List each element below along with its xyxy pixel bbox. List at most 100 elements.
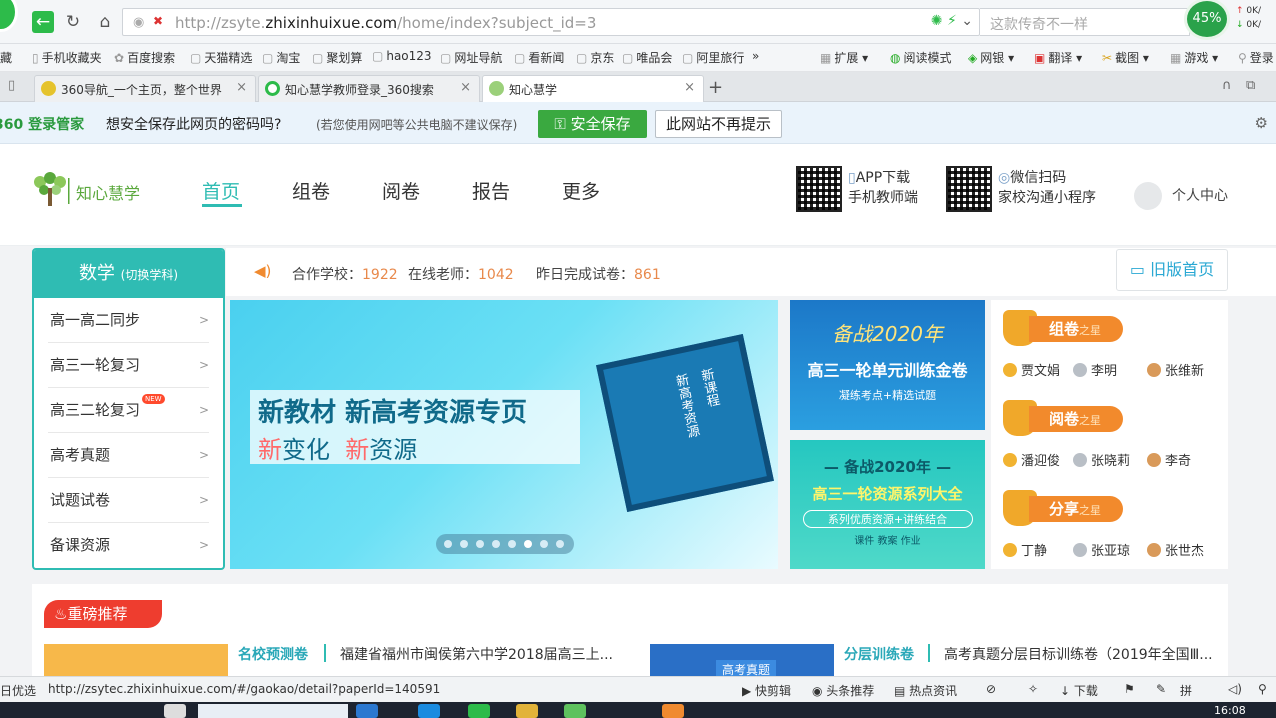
nav-report[interactable]: 报告 (472, 177, 510, 204)
carousel-dot[interactable] (556, 540, 564, 548)
ext-item[interactable]: ▣ 翻译 ▾ (1034, 49, 1082, 66)
subject-item-review1[interactable]: 高三一轮复习 > (48, 343, 209, 388)
pen-icon[interactable]: ✎ (1156, 682, 1166, 696)
carousel-dot[interactable] (508, 540, 516, 548)
tab-zhixin[interactable]: 知心慧学 × (482, 75, 704, 103)
subject-item-review2[interactable]: 高三二轮复习 NEW > (48, 388, 209, 433)
save-password-button[interactable]: ⚿ 安全保存 (538, 110, 647, 138)
bookmark-item[interactable]: ▢ 聚划算 (312, 49, 362, 66)
bookmark-item[interactable]: ▢ 天猫精选 (190, 49, 252, 66)
new-tab-icon[interactable]: + (708, 77, 723, 98)
recommend-category[interactable]: 名校预测卷 (238, 644, 308, 664)
bookmark-item[interactable]: ▢ 唯品会 (622, 49, 672, 66)
headphone-icon[interactable]: ∩ (1222, 78, 1232, 93)
nav-compose[interactable]: 组卷 (292, 177, 330, 204)
ext-item[interactable]: ◈ 网银 ▾ (968, 49, 1014, 66)
status-quick-edit[interactable]: ▶ 快剪辑 (742, 682, 791, 699)
user-center[interactable]: 个人中心 (1134, 182, 1228, 210)
search-input[interactable]: 这款传奇不一样 (980, 8, 1190, 36)
bookmark-item[interactable]: ▢ 看新闻 (514, 49, 564, 66)
reload-icon[interactable]: ↻ (62, 11, 84, 33)
nav-more[interactable]: 更多 (562, 177, 600, 204)
nav-grade[interactable]: 阅卷 (382, 177, 420, 204)
wechat-scan[interactable]: ◎微信扫码 家校沟通小程序 (998, 168, 1096, 208)
promo-card-resources[interactable]: — 备战2020年 — 高三一轮资源系列大全 系列优质资源+讲练结合 课件 教案… (790, 440, 985, 569)
bookmark-item[interactable]: ▯ 手机收藏夹 (32, 49, 102, 66)
ime-indicator[interactable]: 拼 (1180, 682, 1192, 699)
app-download[interactable]: ▯APP下载 手机教师端 (848, 168, 918, 208)
status-download[interactable]: ↓ 下载 (1060, 682, 1098, 699)
back-icon[interactable]: ← (32, 11, 54, 33)
subject-item-sync[interactable]: 高一高二同步 > (48, 298, 209, 343)
subject-item-papers[interactable]: 试题试卷 > (48, 478, 209, 523)
taskbar-app-icon[interactable] (564, 704, 586, 718)
carousel-dot[interactable] (540, 540, 548, 548)
tab-close-icon[interactable]: × (236, 80, 247, 95)
status-left-label[interactable]: 日优选 (0, 682, 36, 699)
insecure-icon[interactable]: ✖ (153, 14, 163, 28)
star-name[interactable]: 丁静 (1003, 540, 1047, 559)
speed-ball[interactable]: 45% (1184, 0, 1230, 40)
gear-icon[interactable]: ⚙ (1255, 114, 1268, 132)
taskbar-app-icon[interactable] (164, 704, 186, 718)
ext-item[interactable]: ◍ 阅读模式 (890, 49, 952, 66)
bookmark-item[interactable]: ▢ hao123 (372, 49, 432, 63)
taskbar-app-icon[interactable] (418, 704, 440, 718)
star-name[interactable]: 李奇 (1147, 450, 1191, 469)
ext-item[interactable]: ▦ 扩展 ▾ (820, 49, 868, 66)
carousel-dot[interactable] (460, 540, 468, 548)
recommend-category[interactable]: 分层训练卷 (844, 644, 914, 664)
ext-item[interactable]: ⚲ 登录 (1238, 49, 1274, 66)
star-name[interactable]: 李明 (1073, 360, 1117, 379)
old-home-button[interactable]: ▭ 旧版首页 (1116, 249, 1228, 291)
home-icon[interactable]: ⌂ (94, 11, 116, 33)
carousel-dot[interactable] (444, 540, 452, 548)
bookmark-item[interactable]: ▢ 网址导航 (440, 49, 502, 66)
subject-item-gaokao[interactable]: 高考真题 > (48, 433, 209, 478)
ext-item[interactable]: ▦ 游戏 ▾ (1170, 49, 1218, 66)
sidebar-toggle-icon[interactable]: ▯ (8, 78, 15, 93)
address-input[interactable]: ◉ ✖ http://zsyte.zhixinhuixue.com/home/i… (122, 8, 980, 36)
bookmark-more[interactable]: » (752, 49, 759, 63)
taskbar-app-icon[interactable] (468, 704, 490, 718)
bookmark-item[interactable]: ▢ 京东 (576, 49, 614, 66)
bookmark-item[interactable]: ▢ 淘宝 (262, 49, 300, 66)
url-action-icons[interactable]: ✺ ⚡ ⌄ (931, 13, 973, 29)
bookmark-item[interactable]: 藏 (0, 49, 12, 66)
promo-card-unit-exam[interactable]: 备战2020年 高三一轮单元训练金卷 凝练考点+精选试题 (790, 300, 985, 430)
restore-tab-icon[interactable]: ⧉ (1246, 78, 1255, 93)
hero-banner[interactable]: 新教材 新高考资源专页 新变化 新资源 新课程 新高考资源 (230, 300, 778, 569)
carousel-dot[interactable] (524, 540, 532, 548)
tab-360-nav[interactable]: 360导航_一个主页，整个世界 × (34, 75, 256, 102)
carousel-dot[interactable] (492, 540, 500, 548)
subject-switch[interactable]: 数学 (切换学科) (34, 250, 223, 298)
star-name[interactable]: 贾文娟 (1003, 360, 1060, 379)
ext-item[interactable]: ✂ 截图 ▾ (1102, 49, 1149, 66)
recommend-title[interactable]: 高考真题分层目标训练卷（2019年全国Ⅲ... (944, 644, 1213, 664)
status-icon-a[interactable]: ⊘ (986, 682, 996, 696)
taskbar-app-icon[interactable] (356, 704, 378, 718)
recommend-title[interactable]: 福建省福州市闽侯第六中学2018届高三上... (340, 644, 613, 664)
browser-logo-icon[interactable] (0, 0, 18, 32)
star-name[interactable]: 张世杰 (1147, 540, 1204, 559)
taskbar-window[interactable] (198, 704, 348, 718)
subject-item-lesson[interactable]: 备课资源 > (48, 523, 209, 568)
site-info-icon[interactable]: ◉ (133, 15, 144, 30)
pin-icon[interactable]: ✧ (1028, 682, 1038, 696)
star-name[interactable]: 张亚琼 (1073, 540, 1130, 559)
tab-close-icon[interactable]: × (460, 80, 471, 95)
site-logo[interactable]: 知心慧学 (30, 172, 160, 208)
star-name[interactable]: 张维新 (1147, 360, 1204, 379)
status-headline[interactable]: ◉ 头条推荐 (812, 682, 874, 699)
nav-home[interactable]: 首页 (202, 177, 240, 204)
bookmark-item[interactable]: ▢ 阿里旅行 (682, 49, 744, 66)
status-hot-news[interactable]: ▤ 热点资讯 (894, 682, 957, 699)
volume-icon[interactable]: ◁) (1228, 682, 1242, 696)
taskbar-app-icon[interactable] (516, 704, 538, 718)
flag-icon[interactable]: ⚑ (1124, 682, 1135, 696)
never-prompt-button[interactable]: 此网站不再提示 (655, 110, 782, 138)
star-name[interactable]: 潘迎俊 (1003, 450, 1060, 469)
star-name[interactable]: 张晓莉 (1073, 450, 1130, 469)
bookmark-item[interactable]: ✿ 百度搜索 (114, 49, 175, 66)
tab-360-search[interactable]: 知心慧学教师登录_360搜索 × (258, 75, 480, 102)
